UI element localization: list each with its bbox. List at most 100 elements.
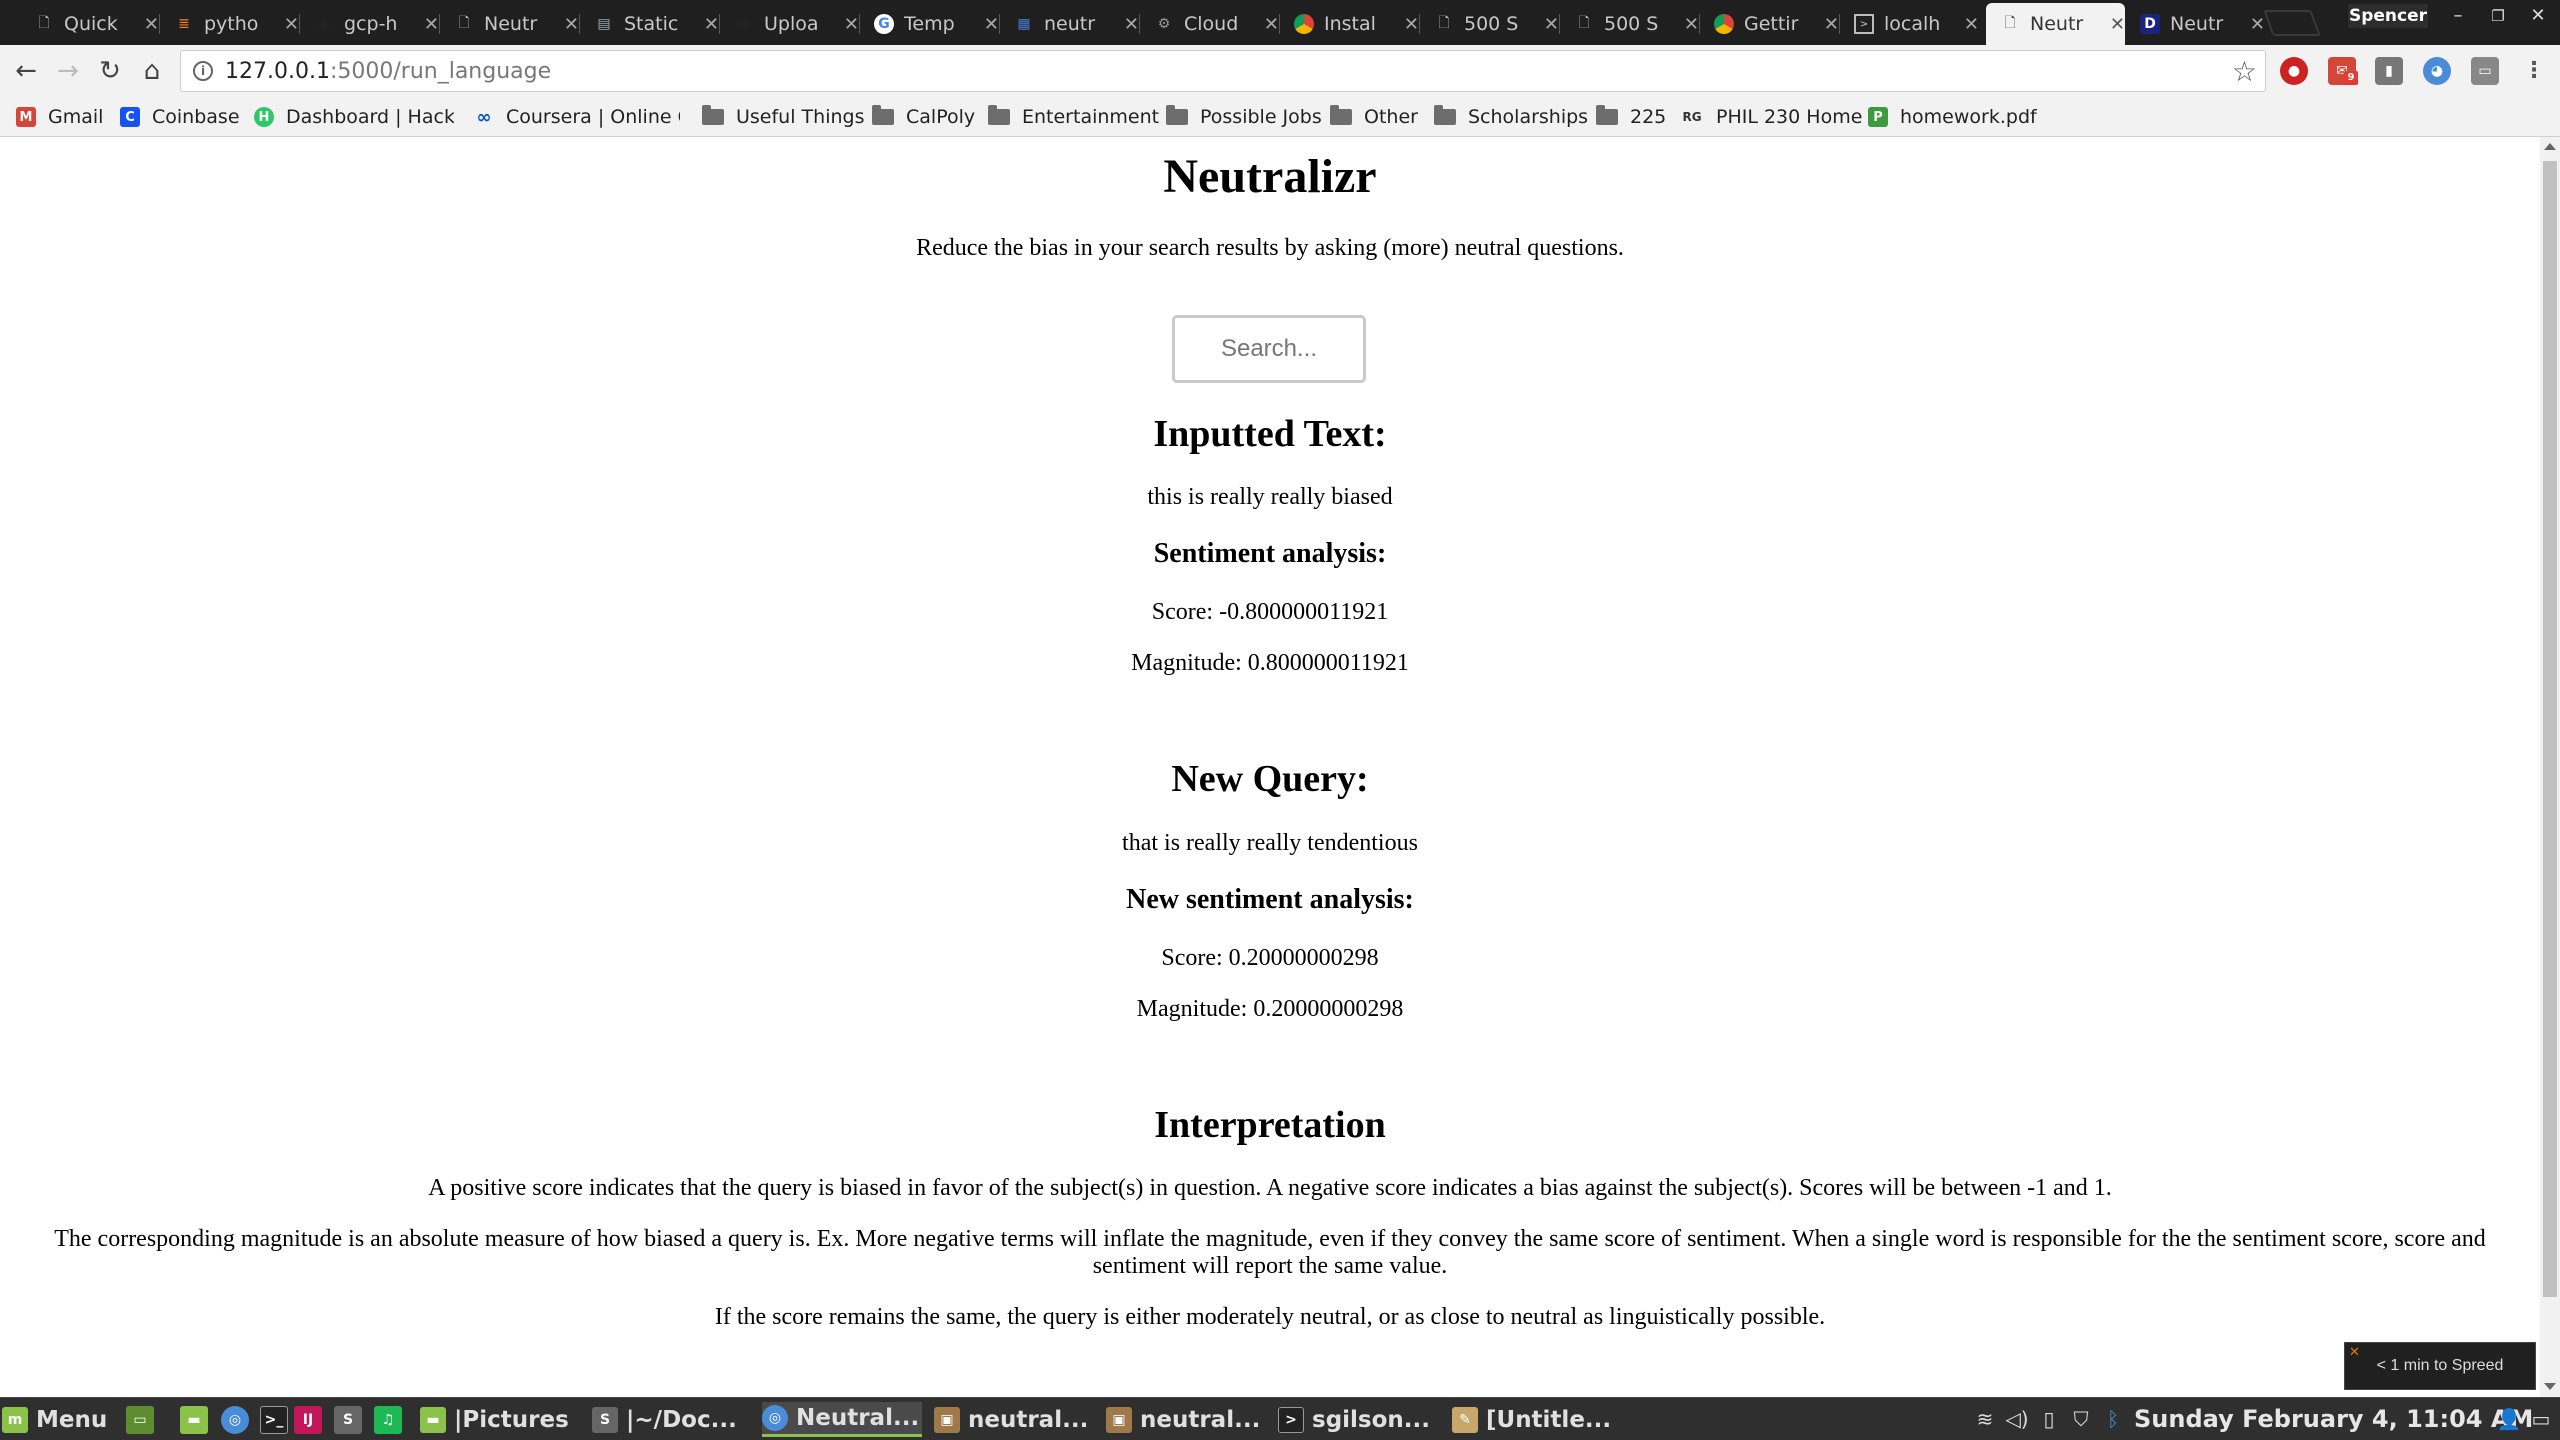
close-icon[interactable]: ✕ xyxy=(2250,14,2265,35)
shield-icon[interactable]: ⛉ xyxy=(2068,1406,2094,1432)
bookmark-folder[interactable]: Entertainment xyxy=(988,103,1159,131)
bookmark-folder[interactable]: Possible Jobs xyxy=(1166,103,1322,131)
browser-tab-active[interactable]: 🗋 Neutr ✕ xyxy=(1986,3,2125,45)
bookmark-phil230[interactable]: RG PHIL 230 Home xyxy=(1680,103,1862,131)
wifi-icon[interactable]: ≋ xyxy=(1972,1406,1998,1432)
spreed-notification[interactable]: ✕ < 1 min to Spreed xyxy=(2344,1342,2536,1390)
restore-icon[interactable]: ❐ xyxy=(2478,3,2518,29)
scroll-up-arrow-icon[interactable] xyxy=(2544,143,2556,150)
show-desktop-icon[interactable]: ▭ xyxy=(126,1406,154,1434)
browser-tab[interactable]: 🗋 500 S ✕ xyxy=(1560,3,1699,45)
close-icon[interactable]: ✕ xyxy=(424,14,439,35)
close-icon[interactable]: ✕ xyxy=(284,14,299,35)
tab-title: Cloud xyxy=(1184,13,1239,35)
info-icon[interactable]: i xyxy=(193,61,213,81)
bookmark-folder[interactable]: Scholarships xyxy=(1434,103,1588,131)
bluetooth-icon[interactable]: ᛒ xyxy=(2100,1406,2126,1432)
extension-icon[interactable]: ▭ xyxy=(2471,57,2499,85)
close-icon[interactable]: ✕ xyxy=(844,14,859,35)
close-icon[interactable]: ✕ xyxy=(1964,14,1979,35)
system-clock[interactable]: Sunday February 4, 11:04 AM xyxy=(2134,1402,2533,1437)
browser-tab[interactable]: ● Uploa ✕ xyxy=(720,3,859,45)
browser-tab[interactable]: G Temp ✕ xyxy=(860,3,999,45)
menu-kebab-icon[interactable]: ⋮ xyxy=(2520,57,2548,85)
close-window-icon[interactable]: ✕ xyxy=(2518,3,2558,29)
bookmark-folder[interactable]: CalPoly xyxy=(872,103,975,131)
close-icon[interactable]: ✕ xyxy=(1544,14,1559,35)
address-bar[interactable]: i 127.0.0.1:5000/run_language ☆ xyxy=(180,50,2266,92)
extension-icon[interactable]: ▮ xyxy=(2375,57,2403,85)
browser-tab[interactable]: 🗋 500 S ✕ xyxy=(1420,3,1559,45)
close-icon[interactable]: ✕ xyxy=(984,14,999,35)
battery-icon[interactable]: ▯ xyxy=(2036,1406,2062,1432)
start-menu-button[interactable]: m Menu xyxy=(2,1402,107,1437)
adblock-icon[interactable]: ● xyxy=(2280,57,2308,85)
interpretation-paragraph: If the score remains the same, the query… xyxy=(714,1304,1826,1330)
close-icon[interactable]: ✕ xyxy=(1824,14,1839,35)
close-icon[interactable]: ✕ xyxy=(2349,1344,2360,1360)
chrome-launcher-icon[interactable]: ◎ xyxy=(221,1406,249,1434)
intellij-launcher-icon[interactable]: IJ xyxy=(294,1406,322,1434)
browser-tab[interactable]: Instal ✕ xyxy=(1280,3,1419,45)
browser-tab[interactable]: ⚙ Cloud ✕ xyxy=(1140,3,1279,45)
globe-extension-icon[interactable]: ◕ xyxy=(2423,57,2451,85)
minimize-icon[interactable]: – xyxy=(2438,3,2478,29)
taskbar-window[interactable]: > sgilson... xyxy=(1278,1402,1448,1437)
taskbar-window[interactable]: ▣ neutral... xyxy=(934,1402,1098,1437)
browser-tab[interactable]: 🗋 Quick ✕ xyxy=(20,3,159,45)
bookmark-hackerrank[interactable]: H Dashboard | Hacke xyxy=(254,103,454,131)
sublime-launcher-icon[interactable]: S xyxy=(334,1406,362,1434)
search-input[interactable] xyxy=(1172,315,1366,383)
notifications-icon[interactable]: ▭ xyxy=(2528,1406,2554,1432)
close-icon[interactable]: ✕ xyxy=(1404,14,1419,35)
bookmark-gmail[interactable]: M Gmail xyxy=(16,103,103,131)
volume-icon[interactable]: ◁) xyxy=(2004,1406,2030,1432)
home-button[interactable]: ⌂ xyxy=(134,53,170,89)
page-scrollbar[interactable] xyxy=(2540,137,2560,1397)
new-sentiment-heading: New sentiment analysis: xyxy=(1126,884,1414,915)
taskbar-window[interactable]: ✎ [Untitle... xyxy=(1452,1402,1616,1437)
taskbar-window[interactable]: S |~/Doc... xyxy=(592,1402,756,1437)
spotify-launcher-icon[interactable]: ♫ xyxy=(374,1406,402,1434)
bookmark-folder[interactable]: 225 xyxy=(1596,103,1666,131)
bookmark-label: PHIL 230 Home xyxy=(1716,106,1863,128)
taskbar-window-active[interactable]: ◎ Neutral... xyxy=(762,1402,922,1437)
scrollbar-thumb[interactable] xyxy=(2543,161,2557,1297)
close-icon[interactable]: ✕ xyxy=(2110,14,2125,35)
user-icon[interactable]: 👤 xyxy=(2496,1406,2522,1432)
scroll-down-arrow-icon[interactable] xyxy=(2544,1383,2556,1390)
taskbar-window[interactable]: ▣ neutral... xyxy=(1106,1402,1270,1437)
bookmark-star-icon[interactable]: ☆ xyxy=(2232,55,2257,88)
back-button[interactable]: ← xyxy=(8,53,44,89)
bookmarks-bar: M Gmail C Coinbase H Dashboard | Hacke ∞ Cou… xyxy=(0,97,2560,137)
profile-button[interactable]: Spencer xyxy=(2348,4,2428,28)
browser-tab[interactable]: ≣ pytho ✕ xyxy=(160,3,299,45)
browser-tab[interactable]: D Neutr ✕ xyxy=(2126,3,2265,45)
forward-button[interactable]: → xyxy=(50,53,86,89)
bookmark-coursera[interactable]: ∞ Coursera | Online C xyxy=(474,103,681,131)
close-icon[interactable]: ✕ xyxy=(144,14,159,35)
taskbar-window[interactable]: ▬ |Pictures xyxy=(420,1402,580,1437)
browser-tab[interactable]: ● gcp-h ✕ xyxy=(300,3,439,45)
terminal-launcher-icon[interactable]: >_ xyxy=(260,1406,288,1434)
new-tab-button[interactable] xyxy=(2263,10,2321,36)
bookmark-homework-pdf[interactable]: Phomework.pdf xyxy=(1868,103,2037,131)
bookmark-folder[interactable]: Other xyxy=(1330,103,1418,131)
close-icon[interactable]: ✕ xyxy=(1684,14,1699,35)
bookmark-coinbase[interactable]: C Coinbase xyxy=(120,103,240,131)
browser-tab[interactable]: ▤ Static ✕ xyxy=(580,3,719,45)
new-query-text: that is really really tendentious xyxy=(1122,830,1418,856)
close-icon[interactable]: ✕ xyxy=(1264,14,1279,35)
browser-tab[interactable]: Gettir ✕ xyxy=(1700,3,1839,45)
files-launcher-icon[interactable]: ▬ xyxy=(180,1406,208,1434)
browser-tab[interactable]: > localh ✕ xyxy=(1840,3,1979,45)
close-icon[interactable]: ✕ xyxy=(704,14,719,35)
browser-tab[interactable]: 🗋 Neutr ✕ xyxy=(440,3,579,45)
browser-tab[interactable]: ▦ neutr ✕ xyxy=(1000,3,1139,45)
bookmark-folder[interactable]: Useful Things xyxy=(702,103,864,131)
close-icon[interactable]: ✕ xyxy=(564,14,579,35)
folder-icon xyxy=(1330,105,1352,125)
close-icon[interactable]: ✕ xyxy=(1124,14,1139,35)
reload-button[interactable]: ↻ xyxy=(92,53,128,89)
mail-checker-icon[interactable]: ✉ 9 xyxy=(2328,57,2358,85)
